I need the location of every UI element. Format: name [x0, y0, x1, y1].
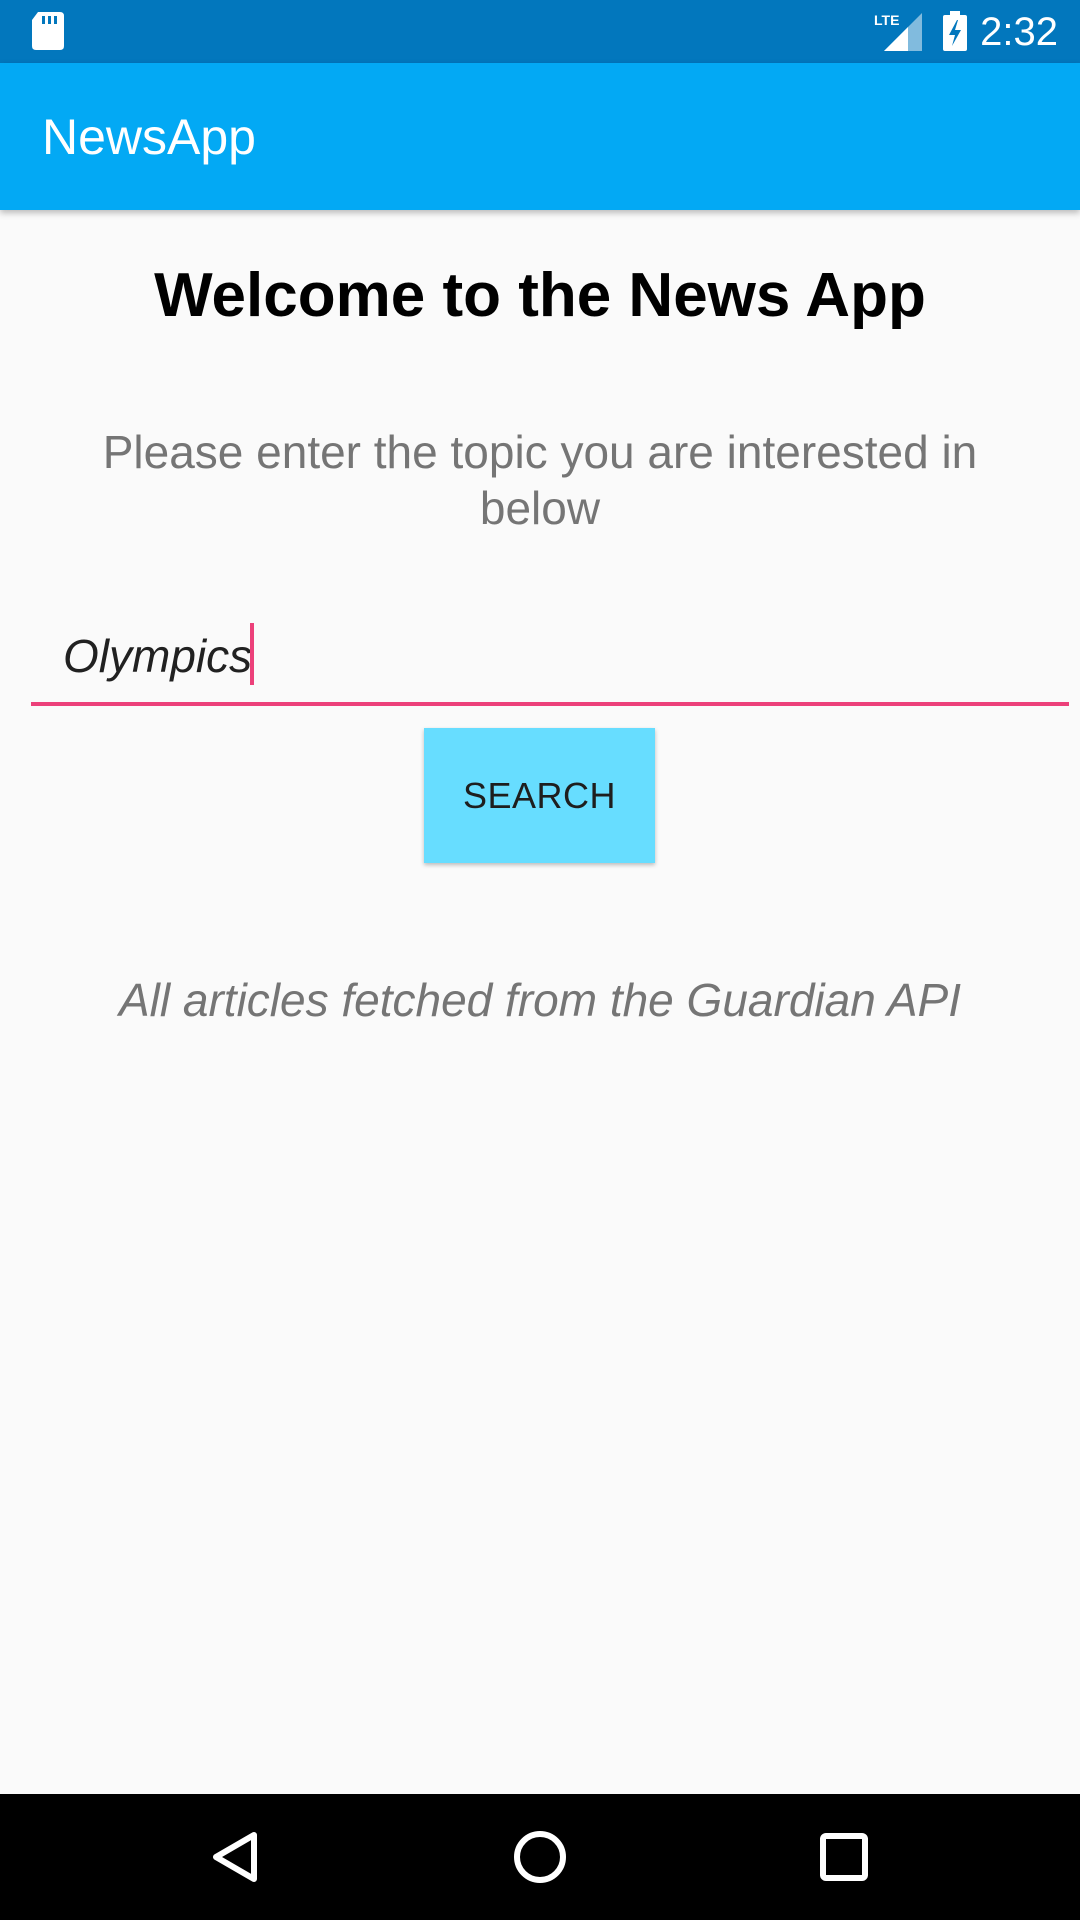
signal-icon: LTE	[874, 12, 922, 51]
instruction-text: Please enter the topic you are intereste…	[102, 426, 978, 534]
navigation-bar	[0, 1794, 1080, 1920]
home-button[interactable]	[500, 1817, 580, 1897]
app-title: NewsApp	[42, 109, 256, 165]
status-bar: LTE 2:32	[0, 0, 1080, 63]
page-title: Welcome to the News App	[154, 261, 926, 330]
text-cursor	[250, 623, 254, 685]
attribution-note: All articles fetched from the Guardian A…	[118, 974, 961, 1026]
battery-charging-icon	[943, 11, 967, 51]
recents-button[interactable]	[804, 1817, 884, 1897]
search-button[interactable]: SEARCH	[424, 728, 655, 863]
status-clock: 2:32	[980, 10, 1058, 54]
search-input[interactable]	[31, 610, 1069, 706]
back-icon	[213, 1832, 257, 1882]
network-type-label: LTE	[874, 12, 899, 28]
sd-card-icon	[32, 12, 64, 50]
app-bar: NewsApp	[0, 63, 1080, 210]
home-icon	[514, 1831, 566, 1883]
screen: LTE 2:32 NewsApp Welcome to the News App…	[0, 0, 1080, 1920]
recents-icon	[820, 1833, 868, 1881]
back-button[interactable]	[196, 1817, 276, 1897]
